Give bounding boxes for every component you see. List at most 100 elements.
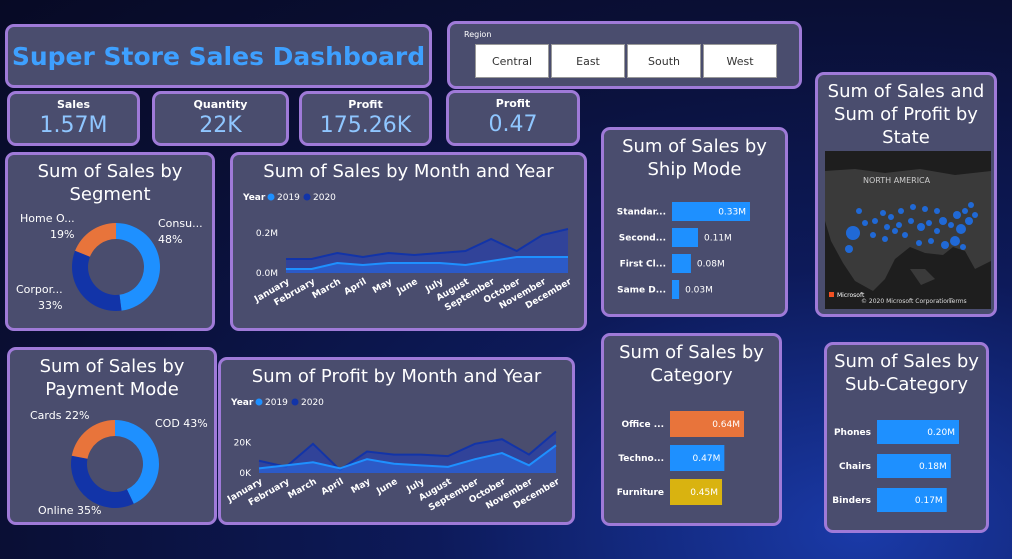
kpi-value: 0.47 — [488, 112, 538, 137]
bar-value-label: 0.45M — [690, 488, 718, 498]
x-tick-label: March — [286, 477, 318, 501]
state-bubble — [902, 232, 908, 238]
state-bubble — [968, 202, 974, 208]
slicer-option-west[interactable]: West — [703, 44, 777, 78]
map-attribution: © 2020 Microsoft Corporation — [861, 298, 951, 305]
bar-value-label: 0.18M — [919, 462, 947, 472]
state-bubble — [922, 206, 928, 212]
bar-value-label: 0.08M — [697, 260, 725, 270]
slice-label: Consu... — [158, 217, 203, 230]
sub-category-chart-card: Sum of Sales by Sub-Category Phones 0.20M… — [824, 342, 989, 533]
bar — [672, 280, 680, 299]
slicer-label: Region — [464, 30, 492, 39]
state-bubble — [956, 224, 966, 234]
kpi-label: Profit — [495, 97, 531, 110]
kpi-label: Sales — [56, 98, 91, 111]
bar — [672, 254, 691, 273]
chart-title: Sum of Sales by Payment Mode — [39, 356, 185, 400]
segment-chart-card: Sum of Sales by Segment Consu... 48% Corpo… — [5, 152, 215, 331]
state-map[interactable]: NORTH AMERICA Microsoft © 2020 Microsoft C… — [825, 151, 991, 309]
chart-title: Sum of Sales by Ship Mode — [622, 136, 767, 180]
state-bubble — [898, 208, 904, 214]
bar-category-label: Standar... — [617, 208, 666, 218]
x-tick-label: April — [343, 277, 369, 298]
x-tick-label: June — [395, 277, 420, 297]
x-tick-label: June — [374, 477, 399, 497]
slice-label: Online 35% — [38, 504, 101, 517]
ship-mode-bar-chart: Standar... 0.33M Second... 0.11M First Cl...… — [617, 202, 750, 299]
state-bubble — [856, 208, 862, 214]
legend-marker — [267, 193, 275, 201]
bar-value-label: 0.17M — [915, 496, 943, 506]
sales-month-chart-card: Sum of Sales by Month and Year Year 2019 2… — [230, 152, 587, 331]
state-bubble — [960, 244, 966, 250]
x-tick-label: March — [311, 277, 343, 301]
state-bubble — [928, 238, 934, 244]
pie-slice — [75, 223, 116, 257]
sub-category-bar-chart: Phones 0.20M Chairs 0.18M Binders 0.17M — [832, 420, 959, 512]
state-bubble — [892, 228, 898, 234]
bar-category-label: Office ... — [621, 420, 664, 430]
chart-title: Sum of Sales by Sub-Category — [834, 351, 979, 395]
legend-marker — [303, 193, 311, 201]
y-tick-label: 20K — [234, 438, 252, 448]
kpi-quantity: Quantity 22K — [152, 91, 289, 146]
chart-title: Sum of Sales and Sum of Profit by State — [827, 81, 985, 148]
y-tick-label: 0.2M — [256, 229, 278, 239]
bubble-map[interactable]: NORTH AMERICAMicrosoft© 2020 Microsoft C… — [825, 151, 991, 309]
state-bubble — [916, 240, 922, 246]
state-bubble — [872, 218, 878, 224]
state-bubble — [880, 210, 886, 216]
state-bubble — [917, 223, 925, 231]
kpi-value: 22K — [199, 113, 242, 138]
slicer-option-south[interactable]: South — [627, 44, 701, 78]
profit-month-area-chart: Year 2019 20200K20KJanuaryFebruaryMarch Apr… — [225, 398, 562, 514]
slice-label: 33% — [38, 299, 62, 312]
state-bubble — [934, 208, 940, 214]
legend-title: Year — [230, 398, 254, 408]
x-tick-label: May — [371, 277, 394, 296]
slice-label: COD 43% — [155, 417, 208, 430]
land — [910, 269, 935, 285]
y-tick-label: 0.0M — [256, 269, 278, 279]
pie-slice — [71, 420, 115, 459]
state-bubble — [884, 224, 890, 230]
x-tick-label: May — [350, 477, 373, 496]
slice-label: Corpor... — [16, 283, 63, 296]
state-bubble — [896, 222, 902, 228]
legend-marker — [255, 398, 263, 406]
legend-label: 2019 — [277, 193, 300, 203]
ship-mode-chart-card: Sum of Sales by Ship Mode Standar... 0.33… — [601, 127, 788, 317]
state-bubble — [888, 214, 894, 220]
legend-label: 2019 — [265, 398, 288, 408]
chart-title: Sum of Sales by Month and Year — [263, 161, 554, 182]
kpi-sales: Sales 1.57M — [7, 91, 140, 146]
state-bubble — [934, 228, 940, 234]
chart-title: Sum of Sales by Segment — [37, 161, 183, 205]
state-bubble — [972, 212, 978, 218]
chart-title: Sum of Sales by Category — [619, 342, 764, 386]
bar-category-label: Binders — [832, 496, 871, 506]
segment-donut-chart: Consu... 48% Corpor... 33% Home O... 19% — [16, 212, 203, 312]
legend-label: 2020 — [301, 398, 324, 408]
slicer-option-central[interactable]: Central — [475, 44, 549, 78]
bar-value-label: 0.20M — [927, 428, 955, 438]
state-bubble — [882, 236, 888, 242]
slicer-option-east[interactable]: East — [551, 44, 625, 78]
kpi-label: Quantity — [193, 98, 248, 111]
pie-slice — [72, 250, 122, 311]
state-bubble — [862, 220, 868, 226]
slice-label: 19% — [50, 228, 74, 241]
slice-label: Home O... — [20, 212, 75, 225]
state-bubble — [939, 217, 947, 225]
legend-label: 2020 — [313, 193, 336, 203]
bar-value-label: 0.11M — [704, 234, 732, 244]
bar — [672, 228, 698, 247]
bar-value-label: 0.47M — [693, 454, 721, 464]
bar-category-label: Furniture — [617, 488, 664, 498]
kpi-profit-ratio: Profit 0.47 — [446, 90, 580, 146]
payment-donut-chart: COD 43% Online 35% Cards 22% — [30, 409, 208, 517]
kpi-value: 175.26K — [319, 113, 412, 138]
state-bubble — [908, 218, 914, 224]
kpi-label: Profit — [348, 98, 383, 111]
